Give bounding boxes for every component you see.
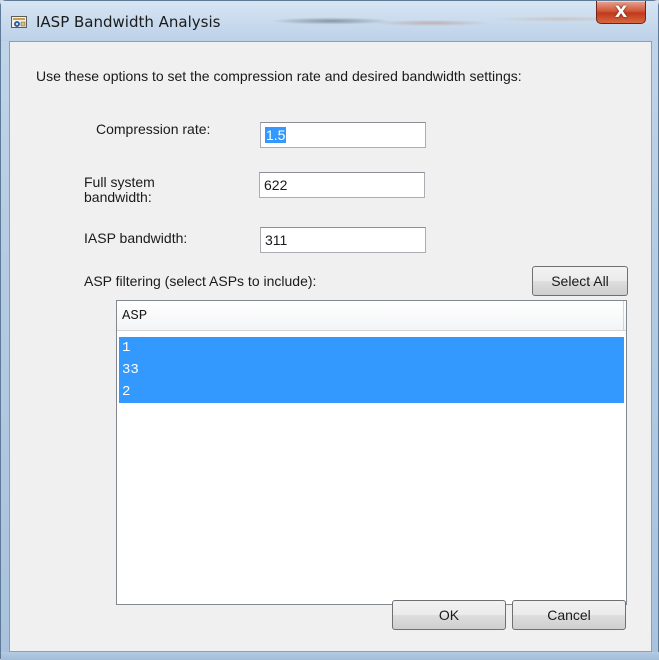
close-button[interactable]: X — [596, 1, 646, 24]
asp-list-item[interactable]: 1 — [119, 337, 624, 359]
close-icon: X — [614, 2, 628, 21]
bandwidth-app-icon — [11, 16, 27, 28]
select-all-button[interactable]: Select All — [532, 266, 628, 296]
dialog-client-area: Use these options to set the compression… — [9, 41, 652, 652]
title-bar[interactable]: IASP Bandwidth Analysis X — [1, 1, 658, 41]
asp-column-header-label: ASP — [122, 308, 148, 324]
compression-rate-label: Compression rate: — [96, 121, 211, 137]
asp-list-item[interactable]: 33 — [119, 359, 624, 381]
full-system-bandwidth-label-line1: Full system — [84, 174, 155, 190]
window-title: IASP Bandwidth Analysis — [36, 13, 221, 31]
iasp-bandwidth-value: 311 — [265, 232, 288, 248]
asp-list[interactable]: ASP 1 33 2 — [116, 300, 627, 605]
full-system-bandwidth-label-line2: bandwidth: — [84, 189, 152, 205]
dialog-window: IASP Bandwidth Analysis X Use these opti… — [0, 0, 659, 660]
compression-rate-value: 1.5 — [265, 127, 287, 143]
column-divider — [623, 301, 626, 330]
iasp-bandwidth-label: IASP bandwidth: — [84, 230, 188, 246]
iasp-bandwidth-input[interactable]: 311 — [260, 227, 426, 253]
full-system-bandwidth-value: 622 — [264, 177, 288, 193]
compression-rate-input[interactable]: 1.5 — [260, 122, 426, 148]
full-system-bandwidth-input[interactable]: 622 — [259, 172, 425, 198]
ok-button[interactable]: OK — [392, 600, 506, 630]
asp-filtering-label: ASP filtering (select ASPs to include): — [84, 273, 317, 289]
asp-column-header[interactable]: ASP — [117, 301, 626, 331]
asp-list-item[interactable]: 2 — [119, 381, 624, 403]
cancel-button[interactable]: Cancel — [512, 600, 626, 630]
asp-list-rows: 1 33 2 — [119, 337, 624, 403]
intro-text: Use these options to set the compression… — [36, 68, 522, 84]
full-system-bandwidth-label: Full system bandwidth: — [84, 175, 155, 205]
